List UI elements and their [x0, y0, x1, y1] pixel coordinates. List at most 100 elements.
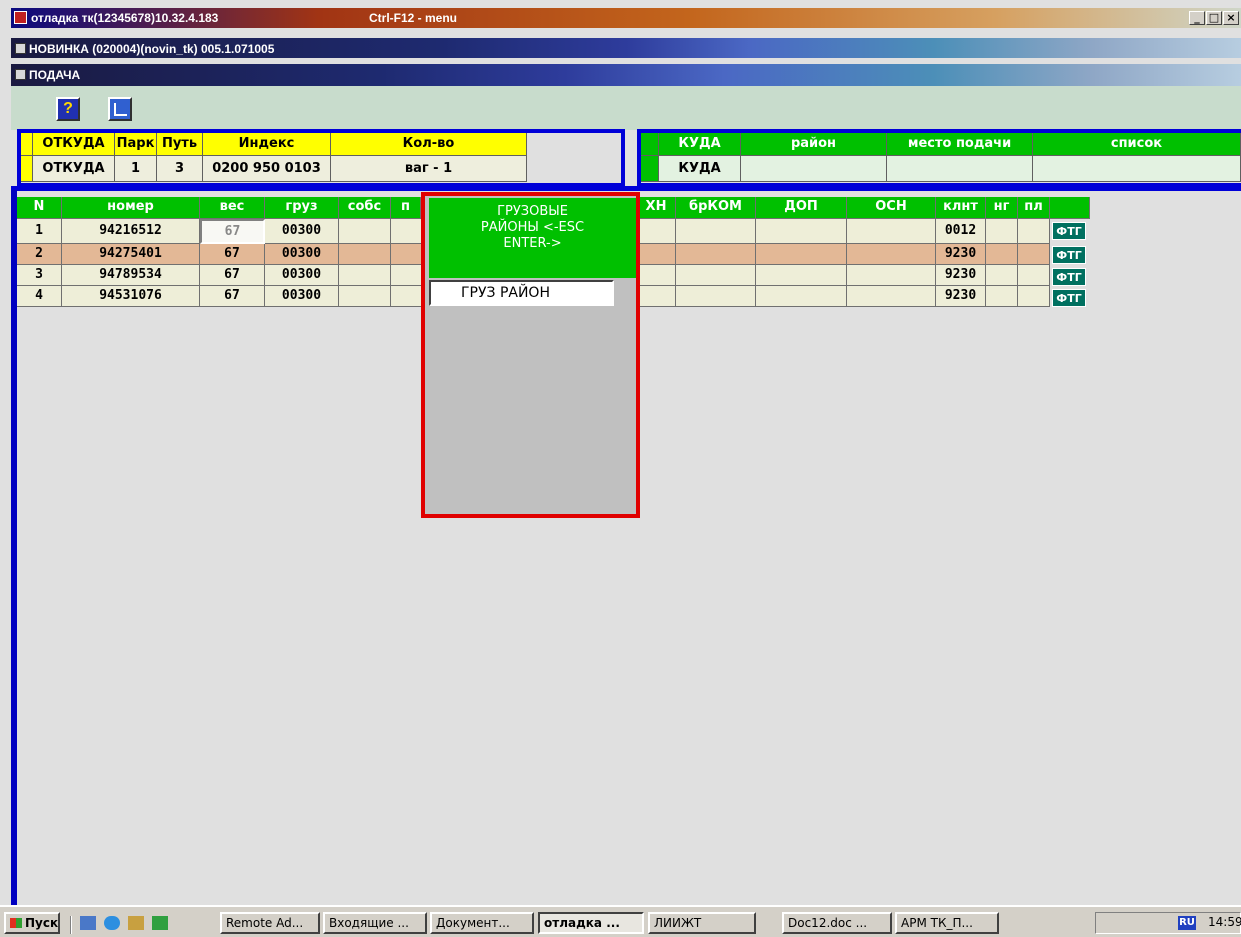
osn-cell[interactable]: [847, 286, 936, 307]
to-row-marker[interactable]: [641, 156, 659, 182]
pl-cell[interactable]: [1018, 244, 1050, 265]
exit-icon[interactable]: [108, 97, 132, 121]
table-row[interactable]: 2: [17, 244, 62, 265]
task-doc12[interactable]: Doc12.doc ...: [782, 912, 892, 934]
quicklaunch-icon[interactable]: [128, 916, 144, 930]
popup-title-line3: ENTER->: [503, 236, 562, 251]
task-arm-tk[interactable]: АРМ ТК_П...: [895, 912, 999, 934]
pl-cell[interactable]: [1018, 219, 1050, 244]
pl-cell[interactable]: [1018, 265, 1050, 286]
own-cell[interactable]: [339, 265, 391, 286]
form-title: ПОДАЧА: [29, 68, 81, 82]
maximize-button[interactable]: □: [1206, 11, 1222, 25]
clock: 14:59: [1208, 915, 1241, 929]
task-remote-admin[interactable]: Remote Ad...: [220, 912, 320, 934]
wagon-number[interactable]: 94275401: [62, 244, 200, 265]
to-value-kuda[interactable]: КУДА: [659, 156, 741, 182]
subwindow-title-bar[interactable]: НОВИНКА (020004)(novin_tk) 005.1.071005: [11, 38, 1241, 58]
task-otladka[interactable]: отладка ...: [538, 912, 644, 934]
grid-header-n: N: [17, 197, 62, 219]
window-title-bar[interactable]: отладка тк(12345678)10.32.4.183 Ctrl-F12…: [11, 8, 1241, 28]
osn-cell[interactable]: [847, 219, 936, 244]
to-value-district[interactable]: [741, 156, 887, 182]
task-inbox[interactable]: Входящие ...: [323, 912, 427, 934]
ng-cell[interactable]: [986, 286, 1018, 307]
osn-cell[interactable]: [847, 265, 936, 286]
form-title-bar[interactable]: ПОДАЧА: [11, 64, 1241, 86]
clock-app-icon[interactable]: [152, 916, 168, 930]
table-row[interactable]: 1: [17, 219, 62, 244]
dop-cell[interactable]: [756, 286, 847, 307]
own-cell[interactable]: [339, 286, 391, 307]
show-desktop-icon[interactable]: [80, 916, 96, 930]
client-code[interactable]: 9230: [936, 286, 986, 307]
language-indicator[interactable]: RU: [1178, 916, 1196, 930]
table-row[interactable]: 4: [17, 286, 62, 307]
grid-header-osn: ОСН: [847, 197, 936, 219]
from-value-track[interactable]: 3: [157, 156, 203, 182]
weight-cell[interactable]: 67: [200, 244, 265, 265]
own-cell[interactable]: [339, 219, 391, 244]
ng-cell[interactable]: [986, 244, 1018, 265]
to-value-place[interactable]: [887, 156, 1033, 182]
subwindow-title: НОВИНКА (020004)(novin_tk) 005.1.071005: [29, 42, 275, 56]
wagon-number[interactable]: 94531076: [62, 286, 200, 307]
osn-cell[interactable]: [847, 244, 936, 265]
start-button[interactable]: Пуск: [4, 912, 60, 934]
toolbar: ?: [11, 86, 1241, 130]
pl-cell[interactable]: [1018, 286, 1050, 307]
minimize-button[interactable]: _: [1189, 11, 1205, 25]
ftg-button[interactable]: ФТГ: [1052, 268, 1086, 286]
brkom-cell[interactable]: [676, 244, 756, 265]
grid-header-weight: вес: [200, 197, 265, 219]
from-value-park[interactable]: 1: [115, 156, 157, 182]
grid-header-own: собс: [339, 197, 391, 219]
brkom-cell[interactable]: [676, 265, 756, 286]
cargo-district-input[interactable]: ГРУЗ РАЙОН: [429, 280, 614, 306]
grid-header-xn: ХН: [637, 197, 676, 219]
client-code[interactable]: 0012: [936, 219, 986, 244]
brkom-cell[interactable]: [676, 219, 756, 244]
from-row-marker[interactable]: [21, 156, 33, 182]
weight-input[interactable]: 67: [200, 219, 265, 244]
help-button[interactable]: ?: [56, 97, 80, 121]
to-value-list[interactable]: [1033, 156, 1241, 182]
ie-icon[interactable]: [104, 916, 120, 930]
ng-cell[interactable]: [986, 265, 1018, 286]
table-row[interactable]: 3: [17, 265, 62, 286]
popup-header: ГРУЗОВЫЕ РАЙОНЫ <-ESC ENTER->: [429, 198, 636, 278]
popup-title-line2: РАЙОНЫ <-ESC: [480, 220, 585, 235]
own-cell[interactable]: [339, 244, 391, 265]
task-documents[interactable]: Документ...: [430, 912, 534, 934]
weight-cell[interactable]: 67: [200, 286, 265, 307]
dop-cell[interactable]: [756, 244, 847, 265]
from-value-count[interactable]: ваг - 1: [331, 156, 527, 182]
cargo-code[interactable]: 00300: [265, 265, 339, 286]
form-icon: [15, 69, 26, 80]
grid-header-number: номер: [62, 197, 200, 219]
wagon-number[interactable]: 94789534: [62, 265, 200, 286]
dop-cell[interactable]: [756, 265, 847, 286]
cargo-code[interactable]: 00300: [265, 219, 339, 244]
ftg-button[interactable]: ФТГ: [1052, 289, 1086, 307]
from-value-otkuda[interactable]: ОТКУДА: [33, 156, 115, 182]
client-code[interactable]: 9230: [936, 265, 986, 286]
close-button[interactable]: ×: [1223, 11, 1239, 25]
task-liizht-folder[interactable]: ЛИИЖТ: [648, 912, 756, 934]
weight-cell[interactable]: 67: [200, 265, 265, 286]
grid-header-dop: ДОП: [756, 197, 847, 219]
ftg-button[interactable]: ФТГ: [1052, 222, 1086, 240]
from-value-index[interactable]: 0200 950 0103: [203, 156, 331, 182]
ng-cell[interactable]: [986, 219, 1018, 244]
brkom-cell[interactable]: [676, 286, 756, 307]
start-label: Пуск: [25, 916, 59, 930]
ftg-button[interactable]: ФТГ: [1052, 246, 1086, 264]
cargo-district-popup[interactable]: ГРУЗОВЫЕ РАЙОНЫ <-ESC ENTER-> ГРУЗ РАЙОН: [421, 192, 640, 518]
client-code[interactable]: 9230: [936, 244, 986, 265]
app-icon[interactable]: [14, 11, 27, 24]
cargo-code[interactable]: 00300: [265, 286, 339, 307]
cargo-code[interactable]: 00300: [265, 244, 339, 265]
dop-cell[interactable]: [756, 219, 847, 244]
wagon-number[interactable]: 94216512: [62, 219, 200, 244]
grid-header-brkom: брКОМ: [676, 197, 756, 219]
